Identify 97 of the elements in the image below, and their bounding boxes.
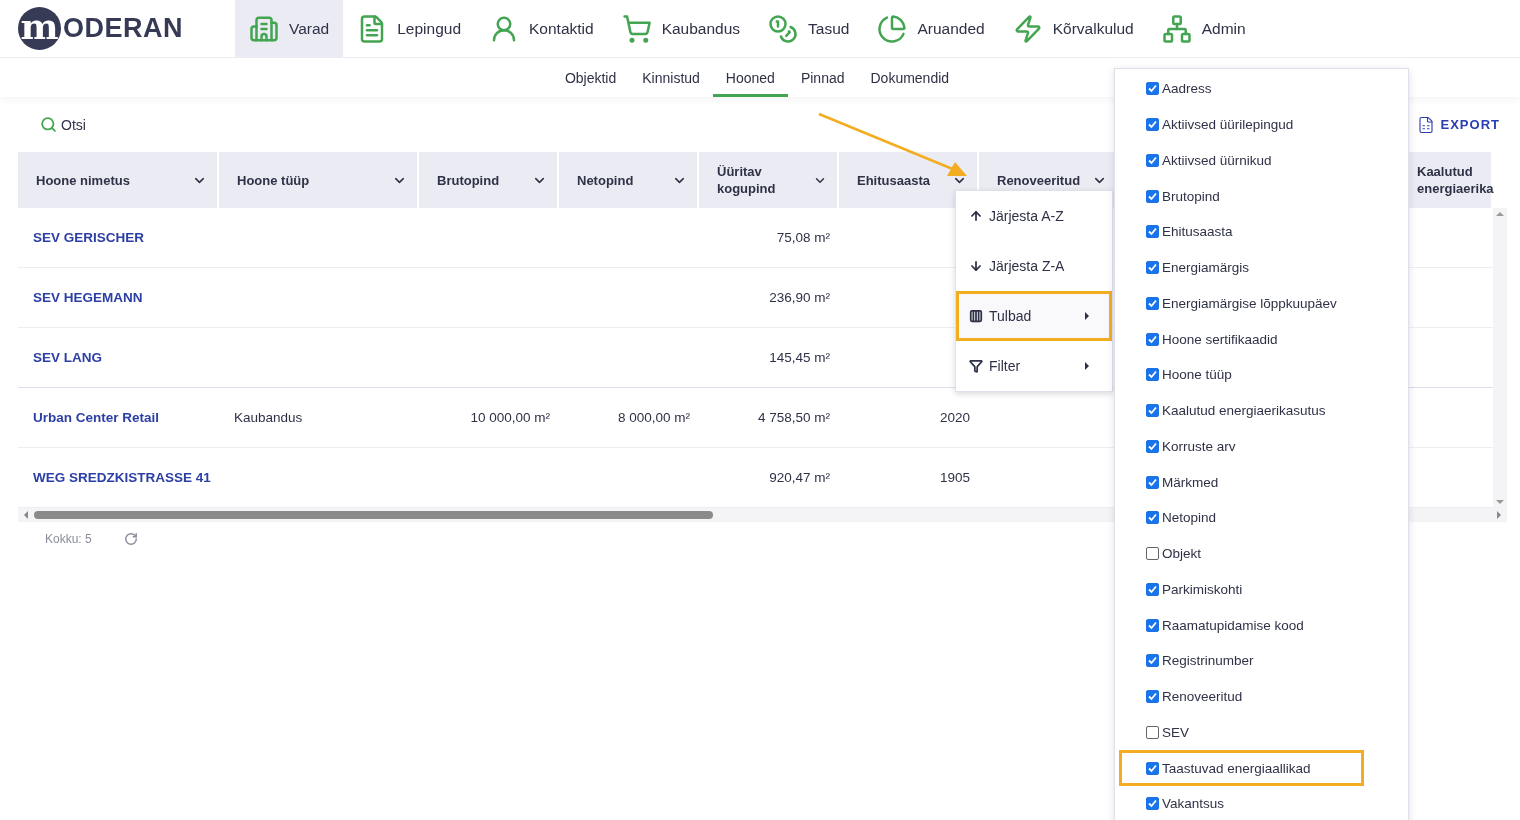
column-header[interactable]: Kaalutud energiaerika <box>1409 152 1493 208</box>
checkbox[interactable] <box>1146 189 1159 203</box>
total-count: Kokku: 5 <box>45 532 92 546</box>
table-cell: 2020 <box>939 410 970 425</box>
checkbox[interactable] <box>1146 118 1159 132</box>
logo-text: ODERAN <box>63 13 183 44</box>
checkbox[interactable] <box>1146 404 1159 418</box>
nav-tab[interactable]: Aruanded <box>863 0 999 57</box>
column-option[interactable]: Brutopind <box>1119 178 1364 214</box>
checkbox[interactable] <box>1146 654 1159 668</box>
column-header[interactable]: Ehitusaasta <box>839 152 979 208</box>
nav-tab[interactable]: Kaubandus <box>607 0 755 57</box>
column-option[interactable]: Märkmed <box>1119 464 1364 500</box>
column-header[interactable]: Netopind <box>559 152 699 208</box>
table-cell: 75,08 m² <box>776 230 830 245</box>
nav-tab[interactable]: Kontaktid <box>475 0 608 57</box>
column-option[interactable]: Renoveeritud <box>1119 678 1364 715</box>
column-option[interactable]: Parkimiskohti <box>1119 571 1364 608</box>
sub-tab[interactable]: Dokumendid <box>857 58 963 97</box>
vertical-scrollbar[interactable] <box>1493 208 1507 508</box>
checkbox[interactable] <box>1146 296 1159 310</box>
sub-tab[interactable]: Kinnistud <box>629 58 713 97</box>
table-cell: 1905 <box>939 470 970 485</box>
column-option[interactable]: Aktiivsed üürilepingud <box>1119 106 1364 143</box>
checkbox[interactable] <box>1146 582 1159 596</box>
checkbox[interactable] <box>1146 82 1159 96</box>
hierarchy-icon <box>1161 13 1192 44</box>
checkbox[interactable] <box>1146 690 1159 704</box>
building-link[interactable]: SEV GERISCHER <box>33 230 145 245</box>
column-header[interactable]: Brutopind <box>419 152 559 208</box>
table-cell: 8 000,00 m² <box>617 410 690 425</box>
column-option[interactable]: Hoone sertifikaadid <box>1119 321 1364 357</box>
search-button[interactable]: Otsi <box>40 116 86 133</box>
column-option[interactable]: Aadress <box>1119 71 1364 107</box>
column-option[interactable]: Taastuvad energiaallikad <box>1119 750 1364 786</box>
building-link[interactable]: SEV LANG <box>33 350 102 365</box>
building-link[interactable]: SEV HEGEMANN <box>33 290 143 305</box>
lightning-icon <box>1012 13 1043 44</box>
table-cell: 236,90 m² <box>769 290 830 305</box>
checkbox[interactable] <box>1146 547 1159 561</box>
column-option[interactable]: SEV <box>1119 714 1364 751</box>
column-header[interactable]: Hoone tüüp <box>219 152 419 208</box>
sub-tab[interactable]: Objektid <box>551 58 630 97</box>
checkbox[interactable] <box>1146 761 1159 775</box>
column-option[interactable]: Korruste arv <box>1119 428 1364 465</box>
nav-tab[interactable]: Lepingud <box>343 0 475 57</box>
checkbox[interactable] <box>1146 475 1159 489</box>
nav-tab[interactable]: Kõrvalkulud <box>998 0 1148 57</box>
column-header[interactable]: Hoone nimetus <box>18 152 219 208</box>
table-cell: 145,45 m² <box>769 350 830 365</box>
checkbox[interactable] <box>1146 368 1159 382</box>
checkbox[interactable] <box>1146 225 1159 239</box>
menu-item[interactable]: Järjesta A-Z <box>956 191 1112 241</box>
columns-icon <box>969 309 983 323</box>
column-option[interactable]: Energiamärgis <box>1119 249 1364 286</box>
column-option[interactable]: Objekt <box>1119 535 1364 572</box>
column-option[interactable]: Kaalutud energiaerikasutus <box>1119 392 1364 429</box>
table-cell: 4 758,50 m² <box>757 410 830 425</box>
checkbox[interactable] <box>1146 618 1159 632</box>
export-button[interactable]: EXPORT <box>1410 114 1506 135</box>
checkbox[interactable] <box>1146 797 1159 811</box>
menu-item[interactable]: Järjesta Z-A <box>956 241 1112 291</box>
sub-tab[interactable]: Pinnad <box>787 58 858 97</box>
nav-tab[interactable]: Tasud <box>754 0 864 57</box>
checkbox[interactable] <box>1146 332 1159 346</box>
column-option[interactable]: Vakantsus <box>1119 786 1364 820</box>
logo-mark: m <box>18 7 61 50</box>
menu-item[interactable]: Tulbad <box>956 291 1112 341</box>
table-cell: 920,47 m² <box>769 470 830 485</box>
column-option[interactable]: Ehitusaasta <box>1119 214 1364 250</box>
column-option[interactable]: Aktiivsed üürnikud <box>1119 142 1364 179</box>
nav-tab[interactable]: Admin <box>1147 0 1260 57</box>
building-link[interactable]: Urban Center Retail <box>33 410 160 425</box>
column-option[interactable]: Energiamärgise lõppkuupäev <box>1119 285 1364 322</box>
pie-chart-icon <box>877 13 908 44</box>
search-icon <box>40 116 57 133</box>
cart-icon <box>621 13 652 44</box>
column-option[interactable]: Registrinumber <box>1119 643 1364 679</box>
sub-tab[interactable]: Hooned <box>712 58 788 97</box>
column-header[interactable]: Üüritav kogupind <box>699 152 839 208</box>
table-cell: 10 000,00 m² <box>470 410 550 425</box>
checkbox[interactable] <box>1146 439 1159 453</box>
menu-item[interactable]: Filter <box>956 341 1112 391</box>
funnel-icon <box>969 359 983 373</box>
checkbox[interactable] <box>1146 153 1159 167</box>
spreadsheet-icon <box>1416 115 1435 134</box>
checkbox[interactable] <box>1146 725 1159 739</box>
column-option[interactable]: Hoone tüüp <box>1119 357 1364 393</box>
column-option[interactable]: Netopind <box>1119 500 1364 536</box>
nav-tab[interactable]: Varad <box>235 0 344 57</box>
checkbox[interactable] <box>1146 261 1159 275</box>
table-cell: Kaubandus <box>234 410 303 425</box>
column-option[interactable]: Raamatupidamise kood <box>1119 607 1364 643</box>
building-link[interactable]: WEG SREDZKISTRASSE 41 <box>33 470 211 485</box>
coins-icon <box>768 13 799 44</box>
checkbox[interactable] <box>1146 511 1159 525</box>
refresh-button[interactable] <box>123 532 138 546</box>
